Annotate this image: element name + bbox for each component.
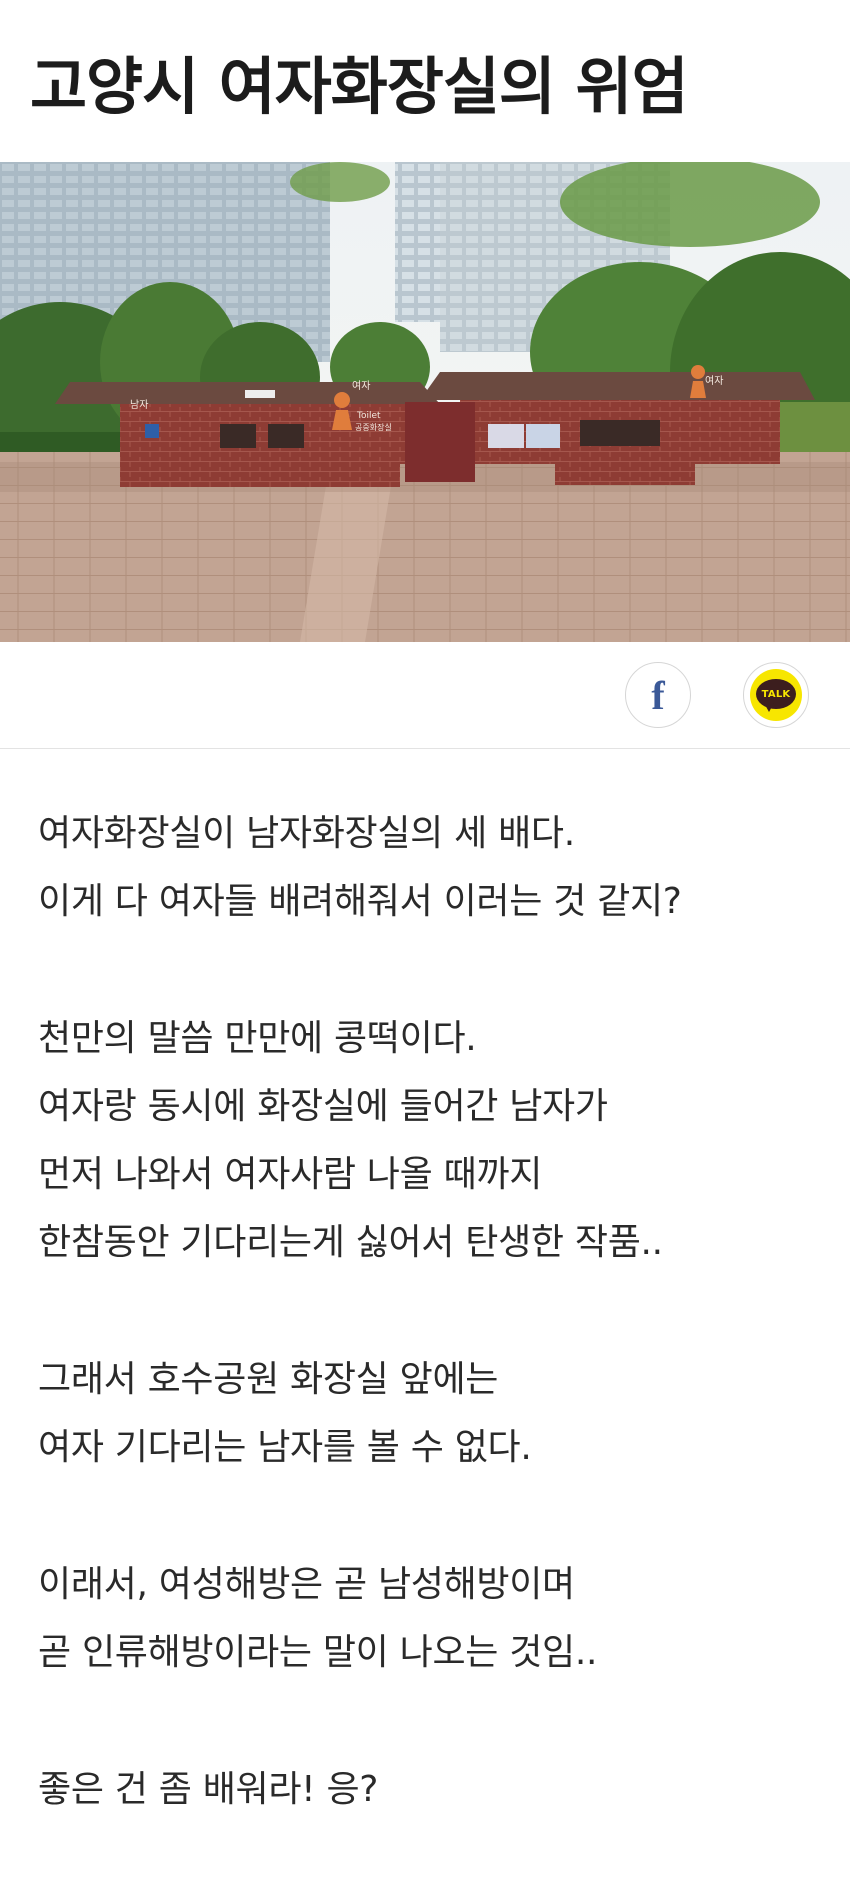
article-page: 고양시 여자화장실의 위엄 남자 여자 Toilet 공중화장실 여자 f TA… (0, 0, 850, 1850)
body-line: 이게 다 여자들 배려해줘서 이러는 것 같지? (38, 881, 682, 922)
body-line: 여자화장실이 남자화장실의 세 배다. (38, 813, 575, 854)
body-line: 곧 인류해방이라는 말이 나오는 것임.. (38, 1632, 598, 1673)
article-header: 고양시 여자화장실의 위엄 (0, 0, 850, 162)
article-photo: 남자 여자 Toilet 공중화장실 여자 (0, 162, 850, 642)
body-line: 여자랑 동시에 화장실에 들어간 남자가 (38, 1086, 608, 1127)
body-line: 먼저 나와서 여자사람 나올 때까지 (38, 1154, 543, 1195)
kakaotalk-icon: TALK (756, 679, 796, 712)
article-title: 고양시 여자화장실의 위엄 (30, 50, 689, 123)
kakaotalk-share-button[interactable]: TALK (743, 662, 809, 728)
paragraph: 천만의 말씀 만만에 콩떡이다. 여자랑 동시에 화장실에 들어간 남자가 먼저… (38, 1005, 828, 1277)
paragraph: 그래서 호수공원 화장실 앞에는 여자 기다리는 남자를 볼 수 없다. (38, 1346, 828, 1482)
body-line: 한참동안 기다리는게 싫어서 탄생한 작품.. (38, 1222, 663, 1263)
sign-toilet-label: Toilet (356, 411, 381, 421)
paragraph: 좋은 건 좀 배워라! 응? (38, 1756, 828, 1824)
body-line: 이래서, 여성해방은 곧 남성해방이며 (38, 1564, 575, 1605)
restroom-photo: 남자 여자 Toilet 공중화장실 여자 (0, 162, 850, 642)
facebook-icon: f (651, 673, 665, 718)
body-line: 그래서 호수공원 화장실 앞에는 (38, 1359, 499, 1400)
body-line: 천만의 말씀 만만에 콩떡이다. (38, 1018, 477, 1059)
sign-toilet-sub-label: 공중화장실 (355, 422, 392, 432)
paragraph: 이래서, 여성해방은 곧 남성해방이며 곧 인류해방이라는 말이 나오는 것임.… (38, 1551, 828, 1687)
sign-right-women-label: 여자 (705, 375, 723, 387)
body-line: 좋은 건 좀 배워라! 응? (38, 1769, 379, 1810)
share-bar: f TALK (0, 642, 850, 749)
facebook-share-button[interactable]: f (625, 662, 691, 728)
article-body: 여자화장실이 남자화장실의 세 배다. 이게 다 여자들 배려해줘서 이러는 것… (38, 800, 828, 1893)
kakaotalk-label: TALK (756, 679, 796, 709)
body-line: 여자 기다리는 남자를 볼 수 없다. (38, 1427, 532, 1468)
paragraph: 여자화장실이 남자화장실의 세 배다. 이게 다 여자들 배려해줘서 이러는 것… (38, 800, 828, 936)
sign-men-label: 남자 (130, 399, 148, 411)
sign-women-label: 여자 (352, 380, 370, 392)
